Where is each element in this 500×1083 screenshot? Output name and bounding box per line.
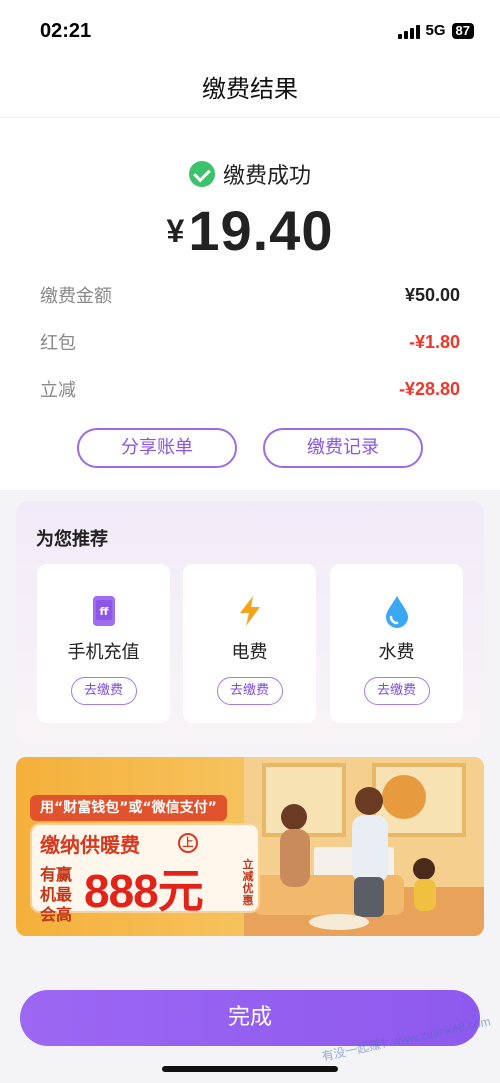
recommend-card-electricity[interactable]: 电费 去缴费 [183,564,316,723]
status-bar: 02:21 5G 87 [0,0,500,60]
paid-amount: ¥19.40 [0,198,500,263]
banner-big-amount: 888元 [84,865,204,917]
detail-label: 红包 [40,333,76,354]
banner-side-text: 立减优惠 [242,858,254,907]
go-pay-button[interactable]: 去缴费 [70,677,137,705]
water-drop-icon [385,596,408,628]
detail-row-red-packet: 红包 -¥1.80 [40,327,460,357]
payment-result-card: 缴费成功 ¥19.40 缴费金额 ¥50.00 红包 -¥1.80 立减 -¥2… [0,118,500,490]
detail-value: ¥50.00 [404,284,460,305]
success-row: 缴费成功 [0,158,500,190]
banner-tag: 用“财富钱包”或“微信支付” [30,795,227,821]
payment-records-button[interactable]: 缴费记录 [263,428,423,468]
home-indicator [162,1066,338,1072]
check-circle-icon [188,161,215,187]
up-arrow-badge-icon: 上 [178,833,198,853]
detail-label: 缴费金额 [40,286,112,307]
signal-icon [397,23,420,39]
recommend-name: 手机充值 [67,642,140,663]
lightning-icon [239,596,260,626]
heating-fee-promo-banner[interactable]: 用“财富钱包”或“微信支付” 缴纳供暖费 上 有赢机最会高 888元 立减优惠 [16,757,484,936]
recommend-title: 为您推荐 [36,529,108,550]
amount-value: 19.40 [188,199,334,262]
phone-recharge-icon: ff [92,596,115,626]
family-illustration [244,757,484,936]
page-title: 缴费结果 [0,60,500,118]
svg-text:ff: ff [99,605,108,618]
battery-icon: 87 [451,22,474,39]
currency-symbol: ¥ [166,213,185,249]
detail-value: -¥1.80 [408,331,460,352]
banner-headline: 缴纳供暖费 [40,833,140,857]
recommend-name: 电费 [231,642,268,663]
detail-row-payment-amount: 缴费金额 ¥50.00 [40,280,460,310]
status-time: 02:21 [40,20,92,42]
go-pay-button[interactable]: 去缴费 [363,677,430,705]
recommend-name: 水费 [378,642,415,663]
banner-small-text: 有赢机最会高 [40,865,73,924]
status-indicators: 5G 87 [397,22,474,39]
detail-label: 立减 [40,380,76,401]
detail-value: -¥28.80 [398,378,460,399]
recommend-section: 为您推荐 ff 手机充值 去缴费 电费 去缴费 水费 去缴费 [16,501,484,743]
network-type: 5G [425,22,446,39]
share-bill-button[interactable]: 分享账单 [77,428,237,468]
recommend-card-phone-recharge[interactable]: ff 手机充值 去缴费 [37,564,170,723]
go-pay-button[interactable]: 去缴费 [216,677,283,705]
success-text: 缴费成功 [222,164,311,189]
detail-row-instant-discount: 立减 -¥28.80 [40,374,460,404]
banner-offer-box: 缴纳供暖费 上 有赢机最会高 888元 立减优惠 [30,823,260,924]
recommend-card-water[interactable]: 水费 去缴费 [330,564,463,723]
